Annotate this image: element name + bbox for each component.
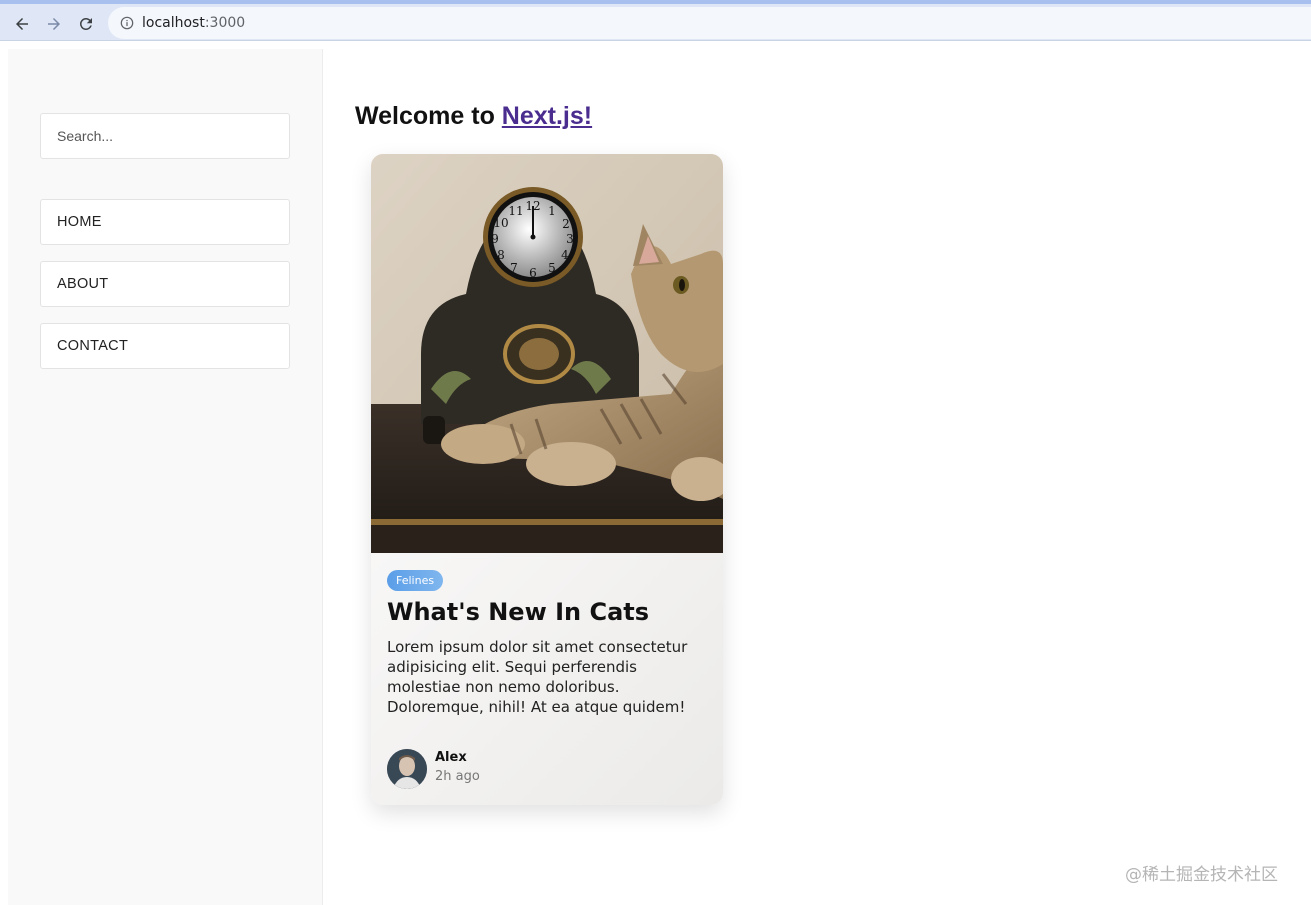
- arrow-right-icon: [48, 18, 60, 30]
- clock-number-3: 3: [566, 232, 574, 246]
- clock-number-7: 7: [510, 261, 518, 275]
- sidebar-item-about[interactable]: ABOUT: [40, 261, 290, 307]
- category-tag[interactable]: Felines: [387, 570, 444, 591]
- avatar: [387, 749, 427, 789]
- info-icon[interactable]: [120, 16, 134, 30]
- post-time: 2h ago: [435, 769, 480, 784]
- watermark: @稀土掘金技术社区: [1125, 865, 1278, 885]
- nextjs-link[interactable]: Next.js!: [502, 102, 592, 130]
- forward-button[interactable]: [40, 10, 68, 38]
- cat-image: 12 1 2 3 4 5 6 7 8 9 10 11: [371, 154, 723, 553]
- clock-number-2: 2: [562, 217, 570, 231]
- clock-number-4: 4: [561, 248, 569, 262]
- sidebar-item-home[interactable]: HOME: [40, 199, 290, 245]
- clock-number-9: 9: [491, 232, 499, 246]
- browser-toolbar: localhost:3000: [0, 0, 1311, 41]
- clock-number-11: 11: [508, 204, 523, 218]
- arrow-left-icon: [16, 18, 28, 30]
- clock-number-1: 1: [548, 204, 556, 218]
- clock-number-5: 5: [548, 261, 556, 275]
- search-input[interactable]: [40, 113, 290, 159]
- clock-number-6: 6: [529, 266, 537, 280]
- article-card[interactable]: 12 1 2 3 4 5 6 7 8 9 10 11: [371, 154, 723, 805]
- sidebar-item-contact[interactable]: CONTACT: [40, 323, 290, 369]
- url-host: localhost: [142, 15, 205, 31]
- sidebar: HOME ABOUT CONTACT: [8, 49, 323, 905]
- back-button[interactable]: [8, 10, 36, 38]
- card-description: Lorem ipsum dolor sit amet consectetur a…: [387, 638, 688, 716]
- card-title: What's New In Cats: [387, 598, 650, 626]
- url-port: :3000: [204, 15, 246, 31]
- clock-number-10: 10: [493, 216, 508, 230]
- page-title: Welcome to Next.js!: [355, 102, 592, 131]
- address-bar[interactable]: localhost:3000: [108, 7, 1311, 39]
- reload-icon: [79, 17, 92, 30]
- clock-number-8: 8: [497, 248, 505, 262]
- page-title-prefix: Welcome to: [355, 102, 502, 130]
- reload-button[interactable]: [72, 10, 100, 38]
- author-name: Alex: [435, 750, 467, 765]
